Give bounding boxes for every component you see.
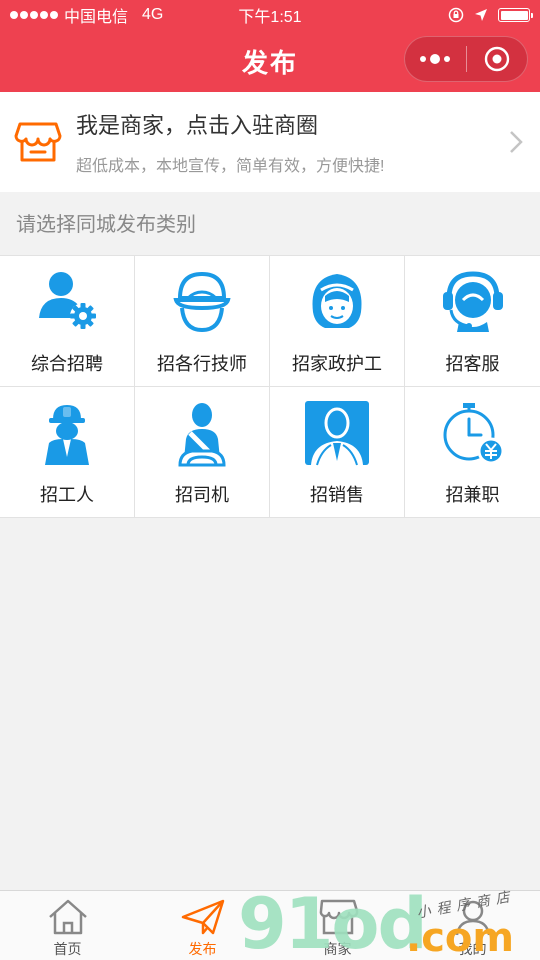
signal-strength-icon xyxy=(10,11,58,19)
status-bar: 中国电信 4G 下午1:51 xyxy=(0,0,540,30)
nav-bar: 发布 xyxy=(0,30,540,92)
target-circle-icon xyxy=(484,46,509,72)
headset-agent-icon xyxy=(442,271,503,332)
tab-merchant[interactable]: 商家 xyxy=(270,891,405,960)
category-driver[interactable]: 招司机 xyxy=(135,387,270,518)
tab-home[interactable]: 首页 xyxy=(0,891,135,960)
tab-label: 我的 xyxy=(458,941,487,957)
category-sales[interactable]: 招销售 xyxy=(270,387,405,518)
category-label: 招兼职 xyxy=(445,485,500,505)
more-dots-icon xyxy=(420,54,451,64)
home-icon xyxy=(48,899,87,935)
category-part-time[interactable]: 招兼职 xyxy=(405,387,540,518)
tab-label: 商家 xyxy=(323,941,352,957)
category-worker[interactable]: 招工人 xyxy=(0,387,135,518)
bottom-tab-bar: 首页 发布 商家 我的 xyxy=(0,890,540,960)
user-icon xyxy=(455,900,490,936)
tab-label: 发布 xyxy=(188,941,217,957)
tab-label: 首页 xyxy=(53,941,82,957)
category-label: 综合招聘 xyxy=(31,354,103,374)
battery-icon xyxy=(498,8,533,22)
recruit-gear-icon xyxy=(39,272,96,329)
category-customer-service[interactable]: 招客服 xyxy=(405,256,540,387)
shop-icon xyxy=(319,899,358,935)
technician-cap-icon xyxy=(173,271,231,333)
rotation-lock-icon xyxy=(448,7,464,23)
category-label: 招销售 xyxy=(310,485,364,505)
category-grid: 综合招聘 招各行技师 招家政护工 招客服 招工人 招司机 招销售 招兼职 xyxy=(0,255,540,518)
category-technician[interactable]: 招各行技师 xyxy=(135,256,270,387)
housekeeper-icon xyxy=(312,274,362,328)
category-label: 招各行技师 xyxy=(157,354,247,374)
location-arrow-icon xyxy=(475,9,487,21)
mini-program-capsule xyxy=(404,36,528,82)
category-general-recruit[interactable]: 综合招聘 xyxy=(0,256,135,387)
network-type: 4G xyxy=(142,6,164,23)
storefront-icon xyxy=(14,122,62,162)
category-label: 招客服 xyxy=(445,354,500,374)
paper-plane-icon xyxy=(181,899,224,935)
category-label: 招工人 xyxy=(40,485,94,505)
category-label: 招家政护工 xyxy=(292,354,382,374)
merchant-join-banner[interactable]: 我是商家，点击入驻商圈 超低成本，本地宣传，简单有效，方便快捷! xyxy=(0,92,540,192)
page-title: 发布 xyxy=(241,47,298,78)
category-label: 招司机 xyxy=(175,485,229,505)
tab-publish[interactable]: 发布 xyxy=(135,891,270,960)
driver-seatbelt-icon xyxy=(178,403,226,467)
close-program-button[interactable] xyxy=(467,37,528,81)
carrier-name: 中国电信 xyxy=(64,9,129,26)
category-section-label: 请选择同城发布类别 xyxy=(16,214,196,236)
part-time-clock-icon xyxy=(443,403,504,465)
tab-mine[interactable]: 我的 xyxy=(405,891,540,960)
merchant-banner-subtitle: 超低成本，本地宣传，简单有效，方便快捷! xyxy=(76,158,385,175)
more-menu-button[interactable] xyxy=(405,37,466,81)
status-time: 下午1:51 xyxy=(238,9,302,26)
worker-helmet-icon xyxy=(45,405,89,465)
top-header: 中国电信 4G 下午1:51 发布 xyxy=(0,0,540,92)
category-housekeeper[interactable]: 招家政护工 xyxy=(270,256,405,387)
merchant-banner-title: 我是商家，点击入驻商圈 xyxy=(76,113,319,138)
chevron-right-icon xyxy=(510,131,523,153)
salesman-portrait-icon xyxy=(305,401,369,466)
